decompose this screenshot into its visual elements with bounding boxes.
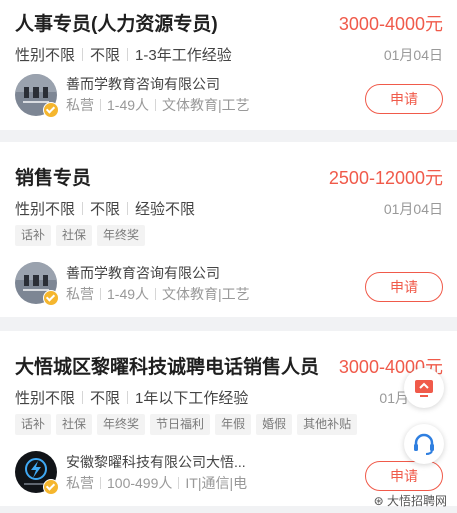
verified-badge-icon (43, 479, 59, 495)
benefit-tag: 话补 (15, 414, 52, 435)
company-meta: 私营 1-49人 文体教育|工艺 (66, 284, 250, 304)
benefit-tag: 社保 (56, 225, 93, 246)
company-name[interactable]: 善而学教育咨询有限公司 (66, 74, 220, 94)
company-size: 1-49人 (107, 286, 150, 302)
job-title: 人事专员(人力资源专员) (15, 14, 218, 35)
benefit-tag: 社保 (56, 414, 93, 435)
experience-requirement: 经验不限 (135, 201, 196, 218)
divider (100, 477, 101, 489)
divider (100, 99, 101, 111)
divider (127, 202, 129, 215)
job-title: 销售专员 (15, 168, 92, 189)
company-type: 私营 (66, 475, 94, 491)
floating-monitor-button[interactable] (404, 368, 444, 408)
post-date: 01月04日 (383, 47, 443, 63)
verified-badge-icon (43, 102, 59, 118)
benefit-tags: 话补 社保 年终奖 (15, 225, 150, 246)
benefit-tag: 话补 (15, 225, 52, 246)
company-logo (15, 262, 59, 306)
benefit-tag: 年假 (215, 414, 252, 435)
company-size: 1-49人 (107, 97, 150, 113)
benefit-tag: 年终奖 (97, 225, 146, 246)
benefit-tag: 婚假 (256, 414, 293, 435)
apply-button[interactable]: 申请 (365, 272, 443, 302)
divider (100, 288, 101, 300)
experience-requirement: 1年以下工作经验 (135, 390, 249, 407)
job-card[interactable]: 人事专员(人力资源专员) 3000-4000元 性别不限 不限 1-3年工作经验 0… (0, 0, 457, 130)
verified-badge-icon (43, 290, 59, 306)
monitor-icon (415, 380, 433, 397)
company-meta: 私营 1-49人 文体教育|工艺 (66, 95, 250, 115)
watermark: ⊛ 大悟招聘网 (374, 492, 447, 509)
company-type: 私营 (66, 97, 94, 113)
apply-button[interactable]: 申请 (365, 461, 443, 491)
company-name[interactable]: 安徽黎曜科技有限公司大悟... (66, 452, 246, 472)
divider (178, 477, 180, 489)
wechat-icon: ⊛ (373, 494, 384, 508)
headset-icon (414, 433, 434, 455)
divider (82, 202, 84, 215)
benefit-tag: 节日福利 (150, 414, 211, 435)
education-requirement: 不限 (90, 201, 121, 218)
gender-requirement: 性别不限 (15, 201, 76, 218)
gender-requirement: 性别不限 (15, 47, 76, 64)
divider (82, 48, 84, 61)
experience-requirement: 1-3年工作经验 (135, 47, 232, 64)
company-meta: 私营 100-499人 IT|通信|电 (66, 473, 247, 493)
divider (82, 391, 84, 404)
company-logo (15, 451, 59, 495)
benefit-tag: 其他补贴 (297, 414, 358, 435)
company-industry: IT|通信|电 (185, 475, 248, 491)
floating-service-button[interactable] (404, 424, 444, 464)
divider (127, 48, 129, 61)
divider (127, 391, 129, 404)
education-requirement: 不限 (90, 390, 121, 407)
job-requirements: 性别不限 不限 1年以下工作经验 (15, 387, 248, 408)
divider (155, 288, 157, 300)
job-requirements: 性别不限 不限 经验不限 (15, 198, 195, 219)
watermark-text: 大悟招聘网 (386, 494, 447, 508)
benefit-tags: 话补 社保 年终奖 节日福利 年假 婚假 其他补贴 (15, 414, 362, 435)
benefit-tag: 年终奖 (97, 414, 146, 435)
company-industry: 文体教育|工艺 (162, 97, 250, 113)
divider (155, 99, 157, 111)
apply-button[interactable]: 申请 (365, 84, 443, 114)
gender-requirement: 性别不限 (15, 390, 76, 407)
job-card[interactable]: 大悟城区黎曜科技诚聘电话销售人员 3000-4000元 性别不限 不限 1年以下工作… (0, 331, 457, 506)
company-name[interactable]: 善而学教育咨询有限公司 (66, 263, 220, 283)
job-title: 大悟城区黎曜科技诚聘电话销售人员 (15, 357, 320, 378)
job-salary: 3000-4000元 (338, 14, 443, 34)
job-card[interactable]: 销售专员 2500-12000元 性别不限 不限 经验不限 01月04日 话补 社保年… (0, 142, 457, 317)
company-industry: 文体教育|工艺 (162, 286, 250, 302)
company-size: 100-499人 (107, 475, 173, 491)
company-logo (15, 74, 59, 118)
education-requirement: 不限 (90, 47, 121, 64)
job-salary: 2500-12000元 (328, 168, 443, 188)
post-date: 01月04日 (383, 201, 443, 217)
job-requirements: 性别不限 不限 1-3年工作经验 (15, 44, 232, 65)
company-type: 私营 (66, 286, 94, 302)
